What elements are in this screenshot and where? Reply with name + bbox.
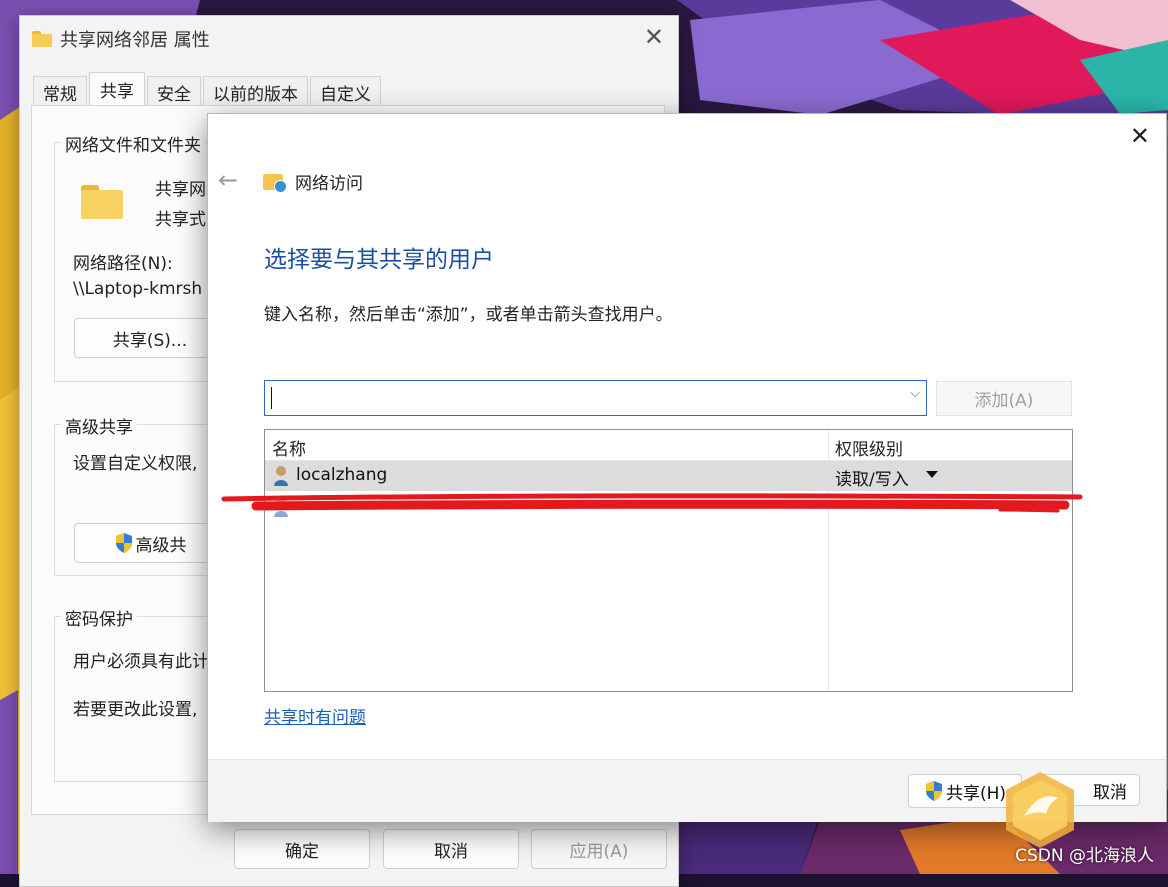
tab-bar: 常规 共享 安全 以前的版本 自定义 [33,72,383,107]
properties-title: 共享网络邻居 属性 [60,30,210,51]
apply-button[interactable]: 应用(A) [531,829,667,869]
ok-button[interactable]: 确定 [234,829,370,869]
network-sharing-group-label: 网络文件和文件夹 [61,131,205,156]
back-arrow-icon[interactable]: ← [218,166,238,194]
csdn-logo-icon [1006,772,1074,848]
column-header-permission[interactable]: 权限级别 [835,435,903,460]
text-caret [271,387,272,409]
watermark-text: CSDN @北海浪人 [1015,846,1154,866]
password-protection-group-label: 密码保护 [61,605,137,630]
chevron-down-icon[interactable]: ⌵ [910,386,920,401]
dropdown-arrow-icon[interactable] [926,471,938,478]
instruction-text: 键入名称，然后单击“添加”，或者单击箭头查找用户。 [264,305,673,325]
properties-titlebar: 共享网络邻居 属性 [32,26,210,52]
uac-shield-icon [115,533,132,553]
user-permission-list: 名称 权限级别 localzhang 读取/写入 [264,429,1073,692]
network-access-titlebar: 网络访问 [263,169,363,194]
password-change-text: 若要更改此设置, [73,700,198,720]
share-confirm-label: 共享(H) [945,783,1007,804]
list-item[interactable]: localzhang 读取/写入 [265,461,1072,491]
network-path-value: \\Laptop-kmrsh [73,279,203,299]
network-access-title: 网络访问 [295,174,363,194]
close-icon[interactable]: ✕ [644,24,664,50]
tab-security[interactable]: 安全 [147,76,201,107]
advanced-sharing-button[interactable]: 高级共 [74,523,226,563]
tab-customize[interactable]: 自定义 [310,76,381,107]
user-icon [274,497,288,517]
advanced-sharing-button-label: 高级共 [135,535,187,556]
folder-icon [32,31,52,47]
sharing-help-link[interactable]: 共享时有问题 [264,703,366,728]
list-item-redacted [265,492,1072,522]
tab-previous-versions[interactable]: 以前的版本 [203,76,308,107]
shared-folder-icon [81,185,123,219]
network-access-dialog: ✕ ← 网络访问 选择要与其共享的用户 键入名称，然后单击“添加”，或者单击箭头… [207,113,1167,822]
list-header: 名称 权限级别 [265,430,1072,461]
advanced-sharing-group-label: 高级共享 [61,413,137,438]
network-share-icon [263,172,287,193]
user-name: localzhang [296,465,388,485]
page-heading: 选择要与其共享的用户 [264,247,494,273]
advanced-sharing-description: 设置自定义权限, [73,454,198,474]
password-protection-text: 用户必须具有此计 [73,652,209,672]
folder-sharing-status: 共享式 [155,210,206,230]
folder-name: 共享网 [155,180,206,200]
column-header-name[interactable]: 名称 [272,435,306,460]
user-name-combobox[interactable]: ⌵ [264,380,927,416]
cancel-button[interactable]: 取消 [383,829,519,869]
close-icon[interactable]: ✕ [1130,122,1150,150]
network-path-label: 网络路径(N): [73,254,173,274]
add-button[interactable]: 添加(A) [936,381,1072,416]
share-button[interactable]: 共享(S)... [74,318,226,358]
permission-level[interactable]: 读取/写入 [835,465,909,490]
user-icon [274,466,288,486]
tab-general[interactable]: 常规 [33,76,87,107]
uac-shield-icon [925,781,942,801]
tab-sharing[interactable]: 共享 [89,72,145,106]
